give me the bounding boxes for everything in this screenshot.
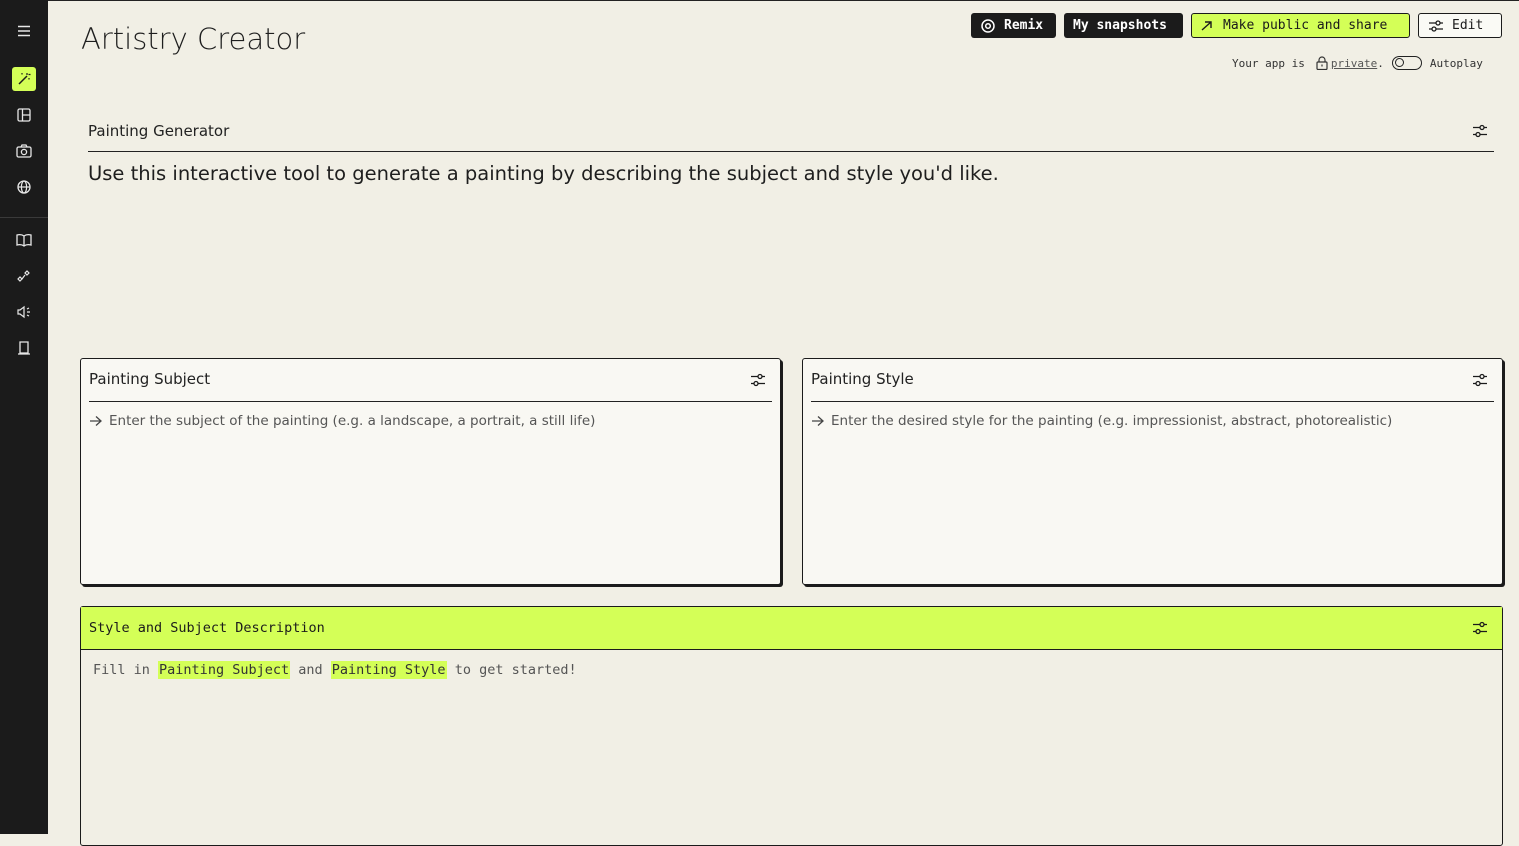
remix-button[interactable]: Remix [971,13,1056,38]
painting-style-card: Painting Style Enter the desired style f… [802,358,1503,585]
bookmark-icon[interactable] [12,336,36,360]
input-placeholder: Enter the subject of the painting (e.g. … [109,413,596,429]
autoplay-label: Autoplay [1429,56,1483,70]
card-header: Style and Subject Description [81,607,1502,650]
privacy-link[interactable]: private [1331,57,1377,70]
snapshots-label: My snapshots [1073,18,1167,33]
painting-style-ref: Painting Style [330,661,447,679]
magic-wand-icon[interactable] [12,67,36,91]
settings-sliders-icon[interactable] [750,373,766,387]
generator-title: Painting Generator [88,122,230,140]
privacy-status: Your app is private . Autoplay [1232,54,1483,72]
painting-subject-input[interactable]: Enter the subject of the painting (e.g. … [89,413,595,429]
remix-label: Remix [1004,18,1044,33]
card-title: Painting Style [811,370,914,388]
body-prefix: Fill in [93,662,150,678]
card-title: Painting Subject [89,370,211,388]
edit-button[interactable]: Edit [1418,13,1502,38]
description-output: Fill in Painting Subject and Painting St… [93,661,577,679]
book-icon[interactable] [12,228,36,252]
lock-icon [1316,56,1328,70]
menu-icon[interactable] [12,19,36,43]
sparkles-icon[interactable] [12,264,36,288]
remix-icon [981,18,995,33]
card-header: Painting Style [811,359,1494,402]
sidebar [0,0,48,834]
arrow-up-right-icon [1201,20,1212,31]
autoplay-toggle[interactable] [1391,56,1422,70]
sidebar-divider [0,217,48,218]
arrow-right-icon [90,416,102,426]
card-header: Painting Subject [89,359,772,402]
body-suffix: to get started! [454,662,577,678]
share-label: Make public and share [1223,18,1388,33]
edit-label: Edit [1452,18,1484,33]
settings-sliders-icon [1429,19,1443,32]
arrow-right-icon [812,416,824,426]
style-subject-description-card: Style and Subject Description Fill in Pa… [80,606,1503,846]
my-snapshots-button[interactable]: My snapshots [1064,13,1183,38]
settings-sliders-icon[interactable] [1472,124,1488,138]
megaphone-icon[interactable] [12,300,36,324]
card-title: Style and Subject Description [89,620,325,636]
globe-icon[interactable] [12,175,36,199]
page-title: Artistry Creator [81,22,306,56]
settings-sliders-icon[interactable] [1472,621,1488,635]
camera-icon[interactable] [12,139,36,163]
status-suffix: . [1377,56,1384,70]
settings-sliders-icon[interactable] [1472,373,1488,387]
input-placeholder: Enter the desired style for the painting… [831,413,1393,429]
make-public-share-button[interactable]: Make public and share [1191,13,1410,38]
painting-style-input[interactable]: Enter the desired style for the painting… [811,413,1392,429]
generator-header: Painting Generator [88,118,1494,152]
painting-subject-card: Painting Subject Enter the subject of th… [80,358,781,585]
generator-description: Use this interactive tool to generate a … [88,162,999,185]
painting-subject-ref: Painting Subject [158,661,291,679]
top-border [48,0,1519,1]
body-mid: and [298,662,323,678]
layout-icon[interactable] [12,103,36,127]
status-prefix: Your app is [1232,56,1305,70]
